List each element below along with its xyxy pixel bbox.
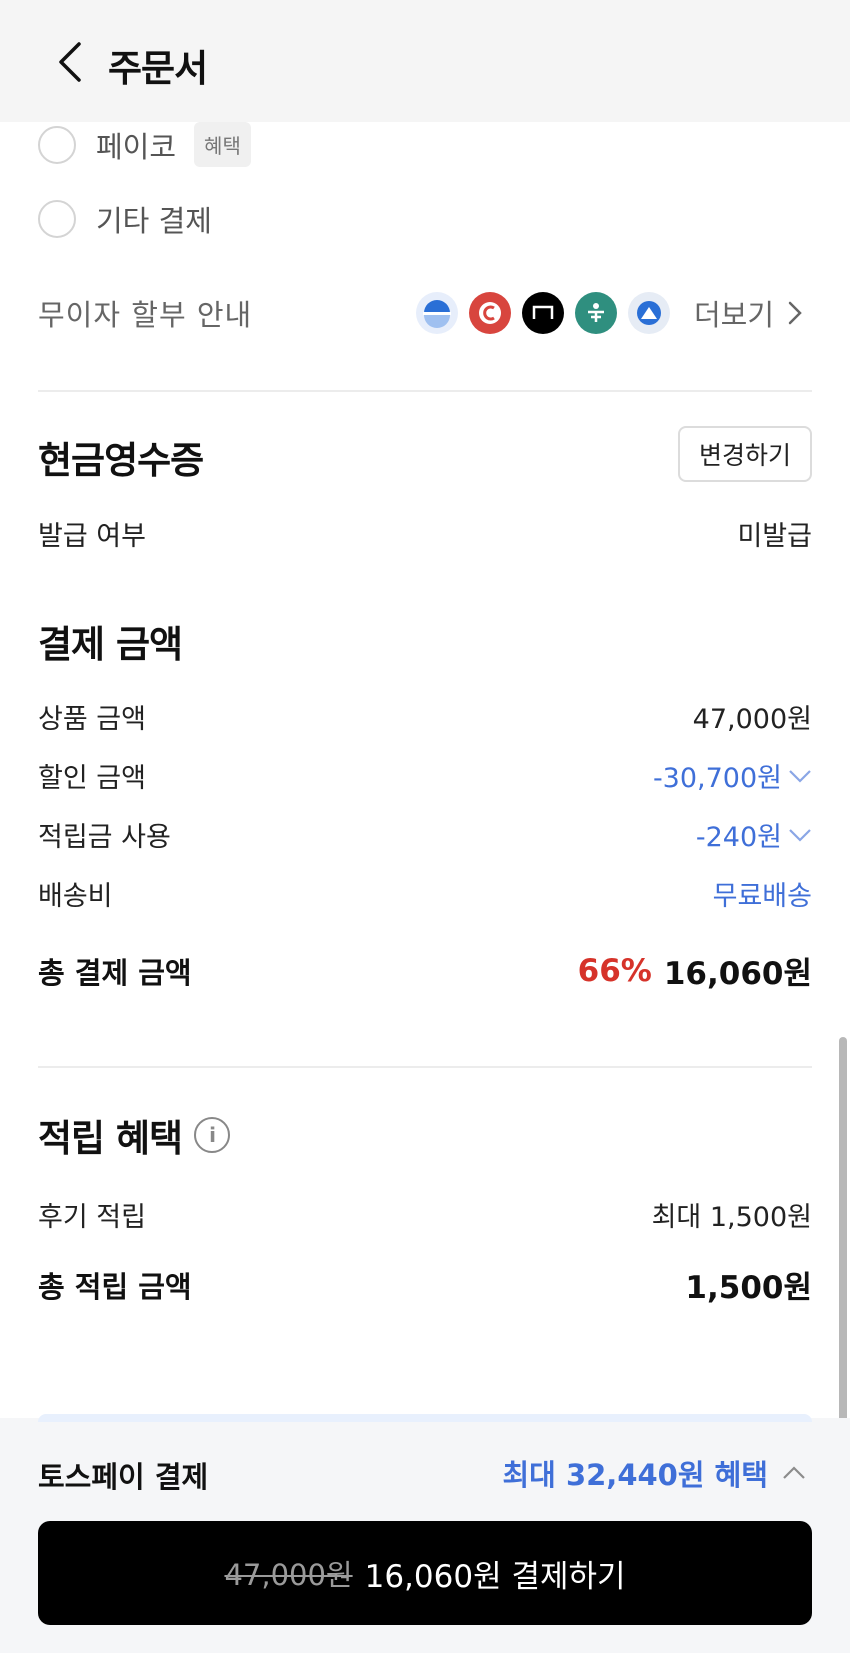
cash-receipt-title: 현금영수증 bbox=[38, 439, 204, 482]
chevron-left-icon bbox=[59, 42, 81, 82]
info-icon[interactable]: i bbox=[194, 1117, 231, 1153]
page-title: 주문서 bbox=[108, 47, 208, 90]
payment-amount-title: 결제 금액 bbox=[38, 623, 183, 666]
chevron-down-icon[interactable] bbox=[788, 828, 812, 842]
divider bbox=[38, 1066, 812, 1068]
scrollbar[interactable] bbox=[839, 1037, 847, 1435]
toss-benefit-toggle[interactable]: 최대 32,440원 혜택 bbox=[502, 1452, 806, 1494]
chevron-up-icon bbox=[783, 1466, 805, 1479]
row-label: 적립금 사용 bbox=[38, 822, 171, 853]
installment-label: 무이자 할부 안내 bbox=[38, 298, 253, 332]
shinhan-card-icon bbox=[416, 292, 458, 334]
radio-button[interactable] bbox=[38, 125, 76, 164]
total-label: 총 적립 금액 bbox=[38, 1269, 192, 1304]
chevron-down-icon[interactable] bbox=[788, 769, 812, 783]
radio-button[interactable] bbox=[38, 200, 76, 238]
pay-button[interactable]: 47,000원 16,060원 결제하기 bbox=[38, 1521, 812, 1625]
price-row: 상품 금액 47,000원 bbox=[38, 697, 812, 736]
more-link[interactable]: 더보기 bbox=[694, 290, 802, 336]
total-value: 16,060원 bbox=[663, 956, 812, 992]
pay-button-label: 16,060원 결제하기 bbox=[364, 1558, 626, 1595]
installment-info: 무이자 할부 안내 더보기 bbox=[38, 290, 812, 336]
payment-option-other[interactable]: 기타 결제 bbox=[38, 198, 212, 240]
woori-card-icon bbox=[628, 292, 670, 334]
row-value: 미발급 bbox=[737, 521, 812, 552]
back-button[interactable] bbox=[52, 40, 88, 84]
more-label: 더보기 bbox=[693, 298, 774, 332]
total-label: 총 결제 금액 bbox=[38, 955, 192, 990]
original-price: 47,000원 bbox=[224, 1558, 353, 1592]
header: 주문서 bbox=[0, 0, 850, 122]
payment-option-payco[interactable]: 페이코 혜택 bbox=[38, 122, 251, 167]
total-payment-row: 총 결제 금액 66% 16,060원 bbox=[38, 948, 812, 993]
total-value: 1,500원 bbox=[685, 1270, 812, 1306]
chevron-right-icon bbox=[788, 301, 802, 325]
bottom-payment-panel: 토스페이 결제 최대 32,440원 혜택 47,000원 16,060원 결제… bbox=[0, 1414, 850, 1653]
row-value: 47,000원 bbox=[692, 704, 812, 735]
row-label: 상품 금액 bbox=[38, 704, 146, 735]
benefit-tag: 혜택 bbox=[194, 122, 251, 167]
shipping-row: 배송비 무료배송 bbox=[38, 874, 812, 913]
banner-peek bbox=[38, 1414, 812, 1422]
discount-percent: 66% bbox=[577, 952, 652, 989]
row-value: -30,700원 bbox=[652, 763, 782, 794]
row-label: 할인 금액 bbox=[38, 763, 146, 794]
change-button[interactable]: 변경하기 bbox=[678, 426, 812, 482]
row-value: -240원 bbox=[695, 822, 782, 853]
total-reward-row: 총 적립 금액 1,500원 bbox=[38, 1262, 812, 1307]
row-label: 발급 여부 bbox=[38, 521, 146, 552]
toss-benefit-text: 최대 32,440원 혜택 bbox=[502, 1458, 768, 1492]
card-icons bbox=[416, 290, 670, 336]
hyundai-card-icon bbox=[522, 292, 564, 334]
discount-value[interactable]: -30,700원 bbox=[653, 756, 812, 795]
toss-pay-label: 토스페이 결제 bbox=[38, 1460, 209, 1494]
points-row[interactable]: 적립금 사용 -240원 bbox=[38, 815, 812, 854]
reward-title: 적립 혜택 i bbox=[38, 1108, 231, 1162]
review-reward-row: 후기 적립 최대 1,500원 bbox=[38, 1195, 812, 1234]
row-label: 후기 적립 bbox=[38, 1202, 146, 1233]
total-value-group: 66% 16,060원 bbox=[578, 948, 812, 993]
hana-card-icon bbox=[575, 292, 617, 334]
row-value: 최대 1,500원 bbox=[651, 1202, 812, 1233]
divider bbox=[38, 390, 812, 392]
lotte-card-icon bbox=[469, 292, 511, 334]
payment-option-label: 기타 결제 bbox=[96, 204, 212, 238]
cash-receipt-row: 발급 여부 미발급 bbox=[38, 514, 812, 553]
discount-row[interactable]: 할인 금액 -30,700원 bbox=[38, 756, 812, 795]
reward-title-text: 적립 혜택 bbox=[38, 1117, 183, 1160]
row-value: 무료배송 bbox=[712, 881, 812, 912]
row-label: 배송비 bbox=[38, 881, 113, 912]
points-value[interactable]: -240원 bbox=[696, 815, 812, 854]
payment-option-label: 페이코 bbox=[96, 129, 177, 164]
